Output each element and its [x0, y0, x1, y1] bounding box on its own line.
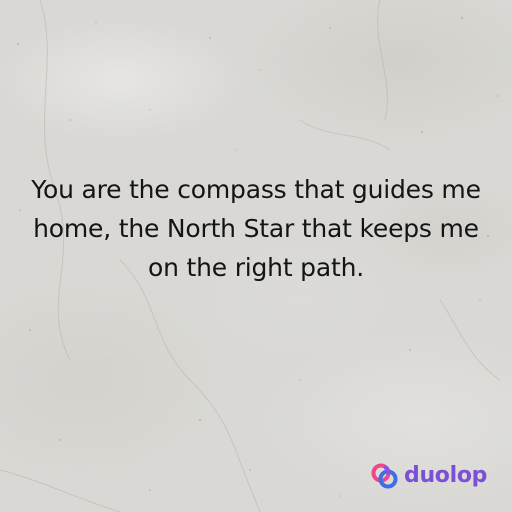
brand-logo: duolop: [370, 460, 494, 492]
concrete-background: You are the compass that guides me home,…: [0, 0, 512, 512]
brand-name: duolop: [404, 463, 488, 488]
quote-text: You are the compass that guides me home,…: [31, 175, 481, 282]
duolop-rings-icon: [371, 463, 398, 489]
